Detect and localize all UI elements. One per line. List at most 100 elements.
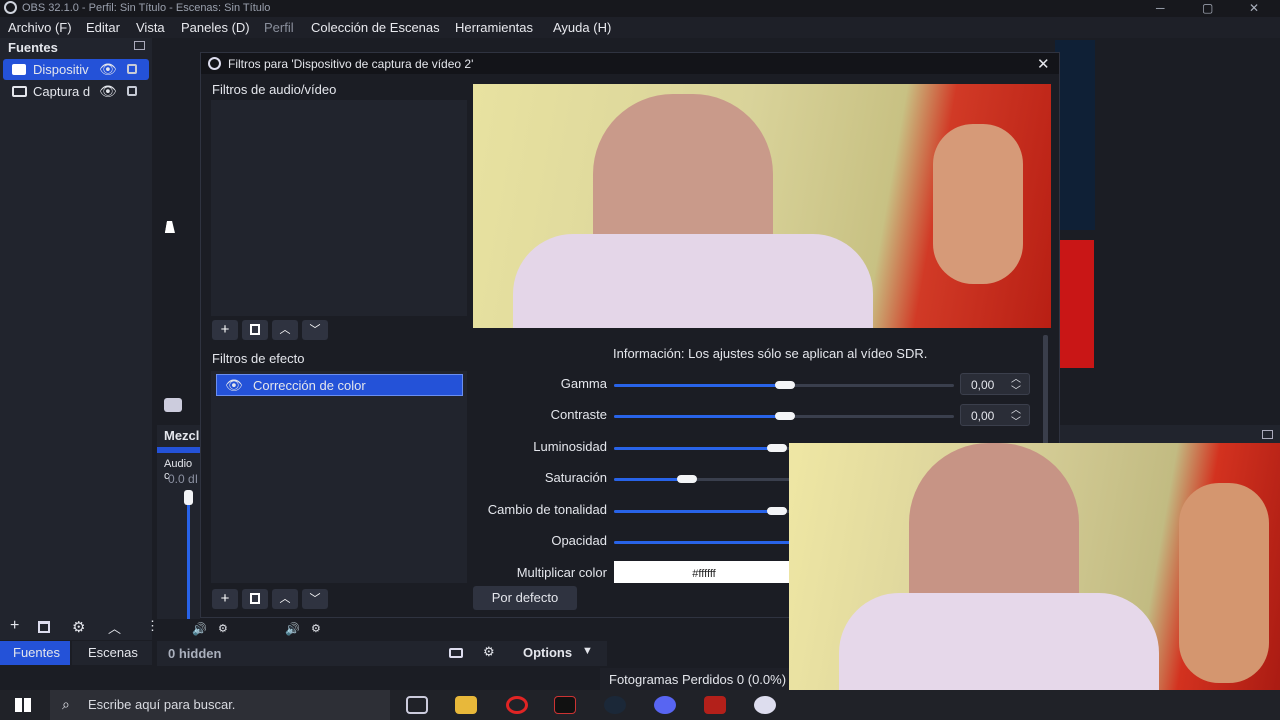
lock-icon[interactable] xyxy=(127,86,137,96)
menu-editar[interactable]: Editar xyxy=(86,20,120,35)
reset-defaults-button[interactable]: Por defecto xyxy=(473,586,577,610)
app-icon[interactable] xyxy=(554,696,576,714)
speaker-icon[interactable]: 🔊 xyxy=(285,622,300,636)
move-down-button[interactable]: ﹀ xyxy=(302,320,328,340)
obs-taskbar-icon[interactable] xyxy=(754,696,776,714)
dropped-frames: Fotogramas Perdidos 0 (0.0%) xyxy=(609,672,787,687)
effect-filters-label: Filtros de efecto xyxy=(212,351,305,366)
remove-filter-button[interactable] xyxy=(242,320,268,340)
menu-bar: Archivo (F) Editar Vista Paneles (D) Per… xyxy=(0,17,1280,38)
mixer-dock: Mezcl Audio c 0.0 dI xyxy=(157,425,200,640)
window-title: OBS 32.1.0 - Perfil: Sin Título - Escena… xyxy=(22,2,271,14)
hand-shape xyxy=(933,124,1023,284)
brightness-slider-knob[interactable] xyxy=(767,444,787,452)
sources-dock-title: Fuentes xyxy=(8,40,58,55)
mixer-db-value: 0.0 dI xyxy=(168,472,199,486)
add-filter-button[interactable]: + xyxy=(212,320,238,340)
chevron-up-icon[interactable]: ︿ xyxy=(108,618,121,637)
menu-archivo[interactable]: Archivo (F) xyxy=(8,20,72,35)
mouse-cursor xyxy=(164,221,178,233)
effect-item-label: Corrección de color xyxy=(253,378,366,393)
effect-item-color-correction[interactable]: 👁 Corrección de color xyxy=(216,374,463,396)
undock-icon[interactable] xyxy=(1262,430,1273,439)
discord-icon[interactable] xyxy=(654,696,676,714)
opera-icon[interactable] xyxy=(506,696,528,714)
visibility-eye-icon[interactable]: 👁 xyxy=(99,61,117,78)
obs-logo-icon xyxy=(4,1,17,14)
caret-down-icon[interactable]: ▼ xyxy=(582,645,593,657)
lock-icon[interactable] xyxy=(127,64,137,74)
game-app-icon[interactable] xyxy=(704,696,726,714)
taskbar-search[interactable]: ⌕ Escribe aquí para buscar. xyxy=(50,690,390,720)
speaker-icon[interactable]: 🔊 xyxy=(192,622,207,636)
visibility-eye-icon[interactable]: 👁 xyxy=(225,377,243,394)
spin-down-icon[interactable]: ﹀ xyxy=(1011,382,1021,397)
bottom-bar: 0 hidden ⚙ Options ▼ xyxy=(157,641,607,666)
obs-logo-icon xyxy=(208,57,221,70)
gamma-label: Gamma xyxy=(560,376,607,391)
volume-fader-track[interactable] xyxy=(187,503,190,623)
search-icon: ⌕ xyxy=(62,696,70,712)
source-label: Captura d xyxy=(33,84,91,99)
visibility-eye-icon[interactable]: 👁 xyxy=(99,83,117,100)
volume-fader-knob[interactable] xyxy=(184,490,193,505)
hue-shift-label: Cambio de tonalidad xyxy=(487,502,607,517)
hand-shape xyxy=(1179,483,1269,683)
dialog-titlebar: Filtros para 'Dispositivo de captura de … xyxy=(201,53,1059,74)
tab-escenas[interactable]: Escenas xyxy=(72,641,152,665)
gamma-slider-knob[interactable] xyxy=(775,381,795,389)
menu-vista[interactable]: Vista xyxy=(136,20,165,35)
contrast-label: Contraste xyxy=(550,407,607,422)
layout-icon[interactable] xyxy=(449,648,463,658)
source-item-captura[interactable]: Captura d 👁 xyxy=(3,81,149,102)
add-effect-button[interactable]: + xyxy=(212,589,238,609)
window-titlebar: OBS 32.1.0 - Perfil: Sin Título - Escena… xyxy=(0,0,1280,17)
minimize-button[interactable]: ─ xyxy=(1156,1,1165,15)
steam-icon[interactable] xyxy=(604,696,626,714)
undock-icon[interactable] xyxy=(134,41,145,50)
bg-preview-dark xyxy=(1055,40,1095,230)
mixer-title: Mezcl xyxy=(164,428,200,443)
mixer-settings-icon[interactable]: ⚙ xyxy=(218,622,228,635)
tab-fuentes[interactable]: Fuentes xyxy=(0,641,70,665)
options-button[interactable]: Options xyxy=(523,645,572,660)
saturation-slider-knob[interactable] xyxy=(677,475,697,483)
opacity-label: Opacidad xyxy=(551,533,607,548)
menu-perfil[interactable]: Perfil xyxy=(264,20,294,35)
contrast-slider-knob[interactable] xyxy=(775,412,795,420)
move-down-button[interactable]: ﹀ xyxy=(302,589,328,609)
menu-ayuda[interactable]: Ayuda (H) xyxy=(553,20,611,35)
windows-start-icon[interactable] xyxy=(15,698,31,712)
close-icon[interactable]: ✕ xyxy=(1037,55,1050,73)
bg-preview-red xyxy=(1058,240,1094,368)
mixer-settings-icon[interactable]: ⚙ xyxy=(311,622,321,635)
spin-down-icon[interactable]: ﹀ xyxy=(1011,413,1021,428)
menu-paneles[interactable]: Paneles (D) xyxy=(181,20,250,35)
menu-herramientas[interactable]: Herramientas xyxy=(455,20,533,35)
shirt-shape xyxy=(513,234,873,328)
saturation-label: Saturación xyxy=(544,470,607,485)
tab-fuentes-label: Fuentes xyxy=(13,645,60,660)
camera-icon xyxy=(12,64,26,75)
mixer-header-bar xyxy=(157,447,200,453)
source-item-dispositivo[interactable]: Dispositiv 👁 xyxy=(3,59,149,80)
move-up-button[interactable]: ︿ xyxy=(272,320,298,340)
audio-video-filters-list[interactable] xyxy=(211,100,467,316)
audio-video-filters-label: Filtros de audio/vídeo xyxy=(212,82,337,97)
menu-coleccion[interactable]: Colección de Escenas xyxy=(311,20,440,35)
effect-filters-list[interactable]: 👁 Corrección de color xyxy=(211,371,467,583)
add-source-icon[interactable]: + xyxy=(10,617,19,635)
properties-scrollbar[interactable] xyxy=(1043,335,1048,455)
task-view-icon[interactable] xyxy=(406,696,428,714)
network-gear-icon[interactable]: ⚙ xyxy=(483,644,495,660)
close-button[interactable]: ✕ xyxy=(1249,1,1259,15)
remove-effect-button[interactable] xyxy=(242,589,268,609)
maximize-button[interactable]: ▢ xyxy=(1202,1,1213,15)
color-multiply-swatch[interactable]: #ffffff xyxy=(614,561,794,583)
dialog-title: Filtros para 'Dispositivo de captura de … xyxy=(228,57,474,71)
hue-shift-slider-knob[interactable] xyxy=(767,507,787,515)
gear-icon[interactable]: ⚙ xyxy=(72,618,85,636)
file-explorer-icon[interactable] xyxy=(455,696,477,714)
remove-source-icon[interactable] xyxy=(38,621,50,633)
move-up-button[interactable]: ︿ xyxy=(272,589,298,609)
